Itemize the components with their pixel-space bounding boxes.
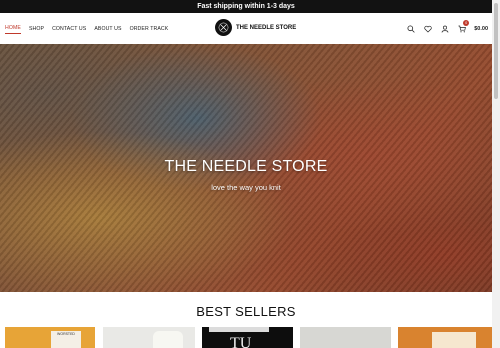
product-grid: WORSTED TU [5,327,492,348]
product-card[interactable]: TU [202,327,293,348]
cart-icon[interactable]: 0 [457,20,470,33]
header-icons: 0 $0.00 [406,13,488,44]
user-icon[interactable] [440,24,449,33]
site-header: HOME SHOP CONTACT US ABOUT US ORDER TRAC… [0,13,492,44]
needle-logo-icon [215,19,232,36]
nav-item-order-track[interactable]: ORDER TRACK [130,24,169,34]
heart-icon[interactable] [423,24,432,33]
cart-total[interactable]: $0.00 [474,26,488,32]
scrollbar-thumb[interactable] [494,3,498,99]
nav-item-about-us[interactable]: ABOUT US [94,24,121,34]
main-nav: HOME SHOP CONTACT US ABOUT US ORDER TRAC… [5,13,168,44]
cart-count-badge: 0 [463,20,470,26]
nav-item-shop[interactable]: SHOP [29,24,44,34]
search-icon[interactable] [406,24,415,33]
product-card[interactable] [300,327,391,348]
nav-item-contact-us[interactable]: CONTACT US [52,24,86,34]
product-card[interactable]: WORSTED [5,327,95,348]
hero-title: THE NEEDLE STORE [164,158,328,175]
logo-name: THE NEEDLE STORE [236,24,297,31]
product-card[interactable] [398,327,492,348]
product-card[interactable] [103,327,195,348]
hero-subtitle: love the way you knit [211,183,281,192]
announcement-text: Fast shipping within 1-3 days [197,3,295,10]
product-image [209,327,269,332]
best-sellers-title: BEST SELLERS [196,304,296,319]
site-logo[interactable]: THE NEEDLE STORE [215,19,296,36]
product-image [432,332,476,348]
hero-banner: THE NEEDLE STORE love the way you knit [0,44,492,292]
announcement-bar: Fast shipping within 1-3 days [0,0,492,13]
product-image-label: TU [230,335,252,348]
nav-item-home[interactable]: HOME [5,23,21,34]
product-image [153,331,183,348]
logo-text: THE NEEDLE STORE [236,25,296,31]
product-image: WORSTED [51,331,81,348]
product-image-label: WORSTED [57,332,75,336]
scrollbar[interactable] [492,0,500,348]
